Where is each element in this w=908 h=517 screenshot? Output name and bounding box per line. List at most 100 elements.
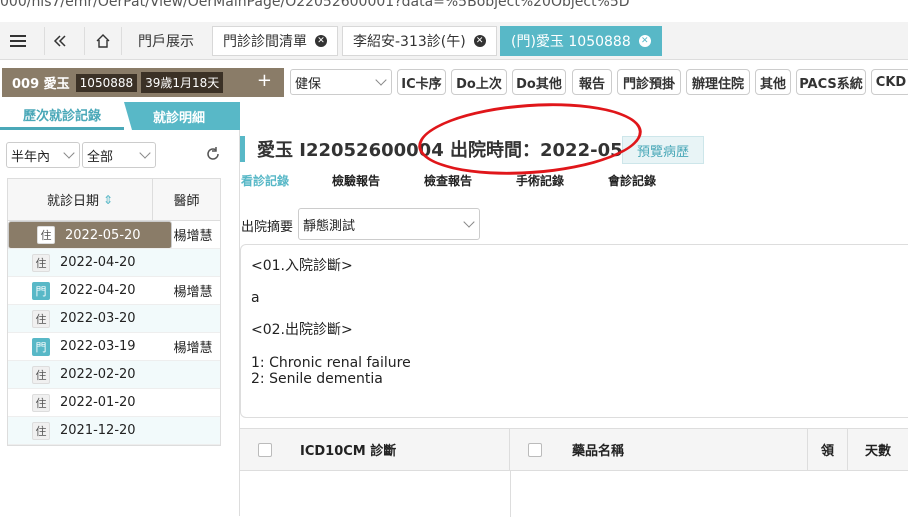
address-bar[interactable]: 000/his7/emr/OerPat/View/OerMainPage/O22… xyxy=(0,0,908,14)
nav-surgery-record[interactable]: 手術記錄 xyxy=(516,172,564,189)
days-header: 天數 xyxy=(864,444,891,459)
tab-portal[interactable]: 門戶展示 xyxy=(128,26,204,56)
visit-table: 就診日期 ⇕ 醫師 住2022-05-20門2022-05-20楊增慧住2022… xyxy=(7,178,221,446)
content-line: <01.入院診斷> xyxy=(251,258,353,274)
insurance-select[interactable]: 健保 xyxy=(290,69,392,95)
visit-date: 2021-12-20 xyxy=(60,423,136,438)
drug-header: 藥品名稱 xyxy=(560,428,808,471)
pacs-button[interactable]: PACS系統 xyxy=(796,69,866,95)
refresh-icon[interactable] xyxy=(205,146,221,166)
visit-doctor: 楊增慧 xyxy=(173,341,213,356)
tab-label: 門診診間清單 xyxy=(223,34,307,50)
content-line: <02.出院診斷> xyxy=(251,322,353,338)
visit-date: 2022-05-20 xyxy=(65,227,141,243)
visit-type-badge: 住 xyxy=(37,226,55,244)
patient-name: 009 愛玉 xyxy=(12,77,70,92)
annotation-circle xyxy=(415,96,645,182)
appointment-button[interactable]: 門診預掛 xyxy=(617,69,681,95)
tab-history[interactable]: 歷次就診記錄 xyxy=(0,102,124,130)
visit-row[interactable]: 住 2022-04-20 xyxy=(8,249,220,277)
visit-row[interactable]: 住 2022-05-20 xyxy=(8,221,172,249)
close-icon[interactable]: ✕ xyxy=(315,35,327,47)
summary-label: 出院摘要 xyxy=(241,220,294,235)
content-line: 1: Chronic renal failure xyxy=(251,355,411,371)
visit-date: 2022-03-19 xyxy=(60,339,136,354)
do-last-button[interactable]: Do上次 xyxy=(451,69,507,95)
period-value: 半年內 xyxy=(11,149,51,165)
add-icon[interactable]: + xyxy=(257,70,272,91)
tab-clinic-list[interactable]: 門診診間清單 ✕ xyxy=(212,26,338,56)
scope-value: 全部 xyxy=(87,149,114,165)
nav-exam-report[interactable]: 檢查報告 xyxy=(424,172,472,189)
do-other-button[interactable]: Do其他 xyxy=(512,69,566,95)
visit-rows: 住2022-05-20門2022-05-20楊增慧住2022-04-20門202… xyxy=(8,221,220,445)
visit-row[interactable]: 門 2022-04-20 楊增慧 xyxy=(8,277,220,305)
visit-row[interactable]: 住 2022-02-20 xyxy=(8,361,220,389)
chevron-down-icon xyxy=(463,216,475,228)
tab-doctor-room[interactable]: 李紹安-313診(午) ✕ xyxy=(342,26,497,56)
summary-content: <01.入院診斷> a <02.出院診斷> 1: Chronic renal f… xyxy=(240,244,908,418)
summary-row: 出院摘要 靜態測試 xyxy=(240,208,908,240)
nav-visit-record[interactable]: 看診記錄 xyxy=(241,172,289,189)
tab-detail[interactable]: 就診明細 xyxy=(124,102,240,130)
visit-doctor: 楊增慧 xyxy=(173,285,213,300)
close-icon[interactable]: ✕ xyxy=(473,35,486,47)
column-divider xyxy=(510,471,511,517)
chevron-down-icon xyxy=(63,147,75,159)
doctor-column-header: 醫師 xyxy=(173,194,200,209)
chevron-down-icon xyxy=(139,147,151,159)
visit-type-badge: 住 xyxy=(32,393,50,412)
summary-select[interactable]: 靜態測試 xyxy=(298,208,480,240)
tab-bar: 門戶展示 門診診間清單 ✕ 李紹安-313診(午) ✕ (門)愛玉 1050888 ✕ xyxy=(0,22,908,60)
date-column-header[interactable]: 就診日期 ⇕ xyxy=(8,179,153,220)
tab-label: (門)愛玉 1050888 xyxy=(511,34,631,50)
visit-row[interactable]: 住 2022-03-20 xyxy=(8,305,220,333)
content-line: 2: Senile dementia xyxy=(251,371,383,387)
ckd-button[interactable]: CKD xyxy=(871,69,908,95)
visit-type-badge: 住 xyxy=(32,421,50,440)
visit-date: 2022-01-20 xyxy=(60,395,136,410)
nav-consult-record[interactable]: 會診記錄 xyxy=(608,172,656,189)
tab-label: 門戶展示 xyxy=(138,34,194,50)
drug-checkbox[interactable] xyxy=(510,442,560,457)
collapse-icon[interactable] xyxy=(44,27,74,55)
visit-row[interactable]: 門 2022-03-19 楊增慧 xyxy=(8,333,220,361)
tab-patient[interactable]: (門)愛玉 1050888 ✕ xyxy=(500,26,662,56)
visit-date: 2022-03-20 xyxy=(60,311,136,326)
menu-icon[interactable] xyxy=(6,27,30,55)
home-icon[interactable] xyxy=(84,27,122,55)
patient-id: 1050888 xyxy=(75,73,138,92)
icd-checkbox[interactable] xyxy=(240,442,290,457)
subtabs: 歷次就診記錄 就診明細 xyxy=(0,102,240,130)
visit-type-badge: 門 xyxy=(32,337,50,356)
visit-type-badge: 門 xyxy=(32,281,50,300)
icd-header: ICD10CM 診斷 xyxy=(290,428,510,471)
report-button[interactable]: 報告 xyxy=(572,69,612,95)
other-button[interactable]: 其他 xyxy=(755,69,791,95)
visit-type-badge: 住 xyxy=(32,309,50,328)
period-select[interactable]: 半年內 xyxy=(6,142,80,168)
ic-card-button[interactable]: IC卡序 xyxy=(397,69,446,95)
patient-info: 009 愛玉 1050888 39歲1月18天 + xyxy=(2,68,284,97)
visit-type-badge: 住 xyxy=(32,253,50,272)
tab-label: 李紹安-313診(午) xyxy=(353,34,466,50)
date-header-label: 就診日期 xyxy=(46,194,99,209)
sort-icon[interactable]: ⇕ xyxy=(103,193,113,207)
visit-panel: 半年內 全部 就診日期 ⇕ 醫師 住 2022-05-20 門 2022-05-20 楊… xyxy=(0,130,240,516)
insurance-value: 健保 xyxy=(295,76,322,92)
chevron-down-icon xyxy=(375,74,387,86)
content-line: a xyxy=(251,290,260,306)
patient-bar: 009 愛玉 1050888 39歲1月18天 + 健保 IC卡序 Do上次 D… xyxy=(0,64,908,100)
record-nav: 看診記錄 檢驗報告 檢查報告 手術記錄 會診記錄 xyxy=(240,172,908,192)
order-table: ICD10CM 診斷 藥品名稱 領 天數 xyxy=(240,428,908,517)
admission-button[interactable]: 辦理住院 xyxy=(686,69,750,95)
scope-select[interactable]: 全部 xyxy=(82,142,156,168)
nav-lab-report[interactable]: 檢驗報告 xyxy=(332,172,380,189)
visit-date: 2022-02-20 xyxy=(60,367,136,382)
visit-date: 2022-04-20 xyxy=(60,283,136,298)
visit-row[interactable]: 住 2022-01-20 xyxy=(8,389,220,417)
visit-row[interactable]: 住 2021-12-20 xyxy=(8,417,220,445)
summary-select-value: 靜態測試 xyxy=(303,218,356,234)
order-table-header: ICD10CM 診斷 藥品名稱 領 天數 xyxy=(240,428,908,471)
close-icon[interactable]: ✕ xyxy=(638,35,651,47)
